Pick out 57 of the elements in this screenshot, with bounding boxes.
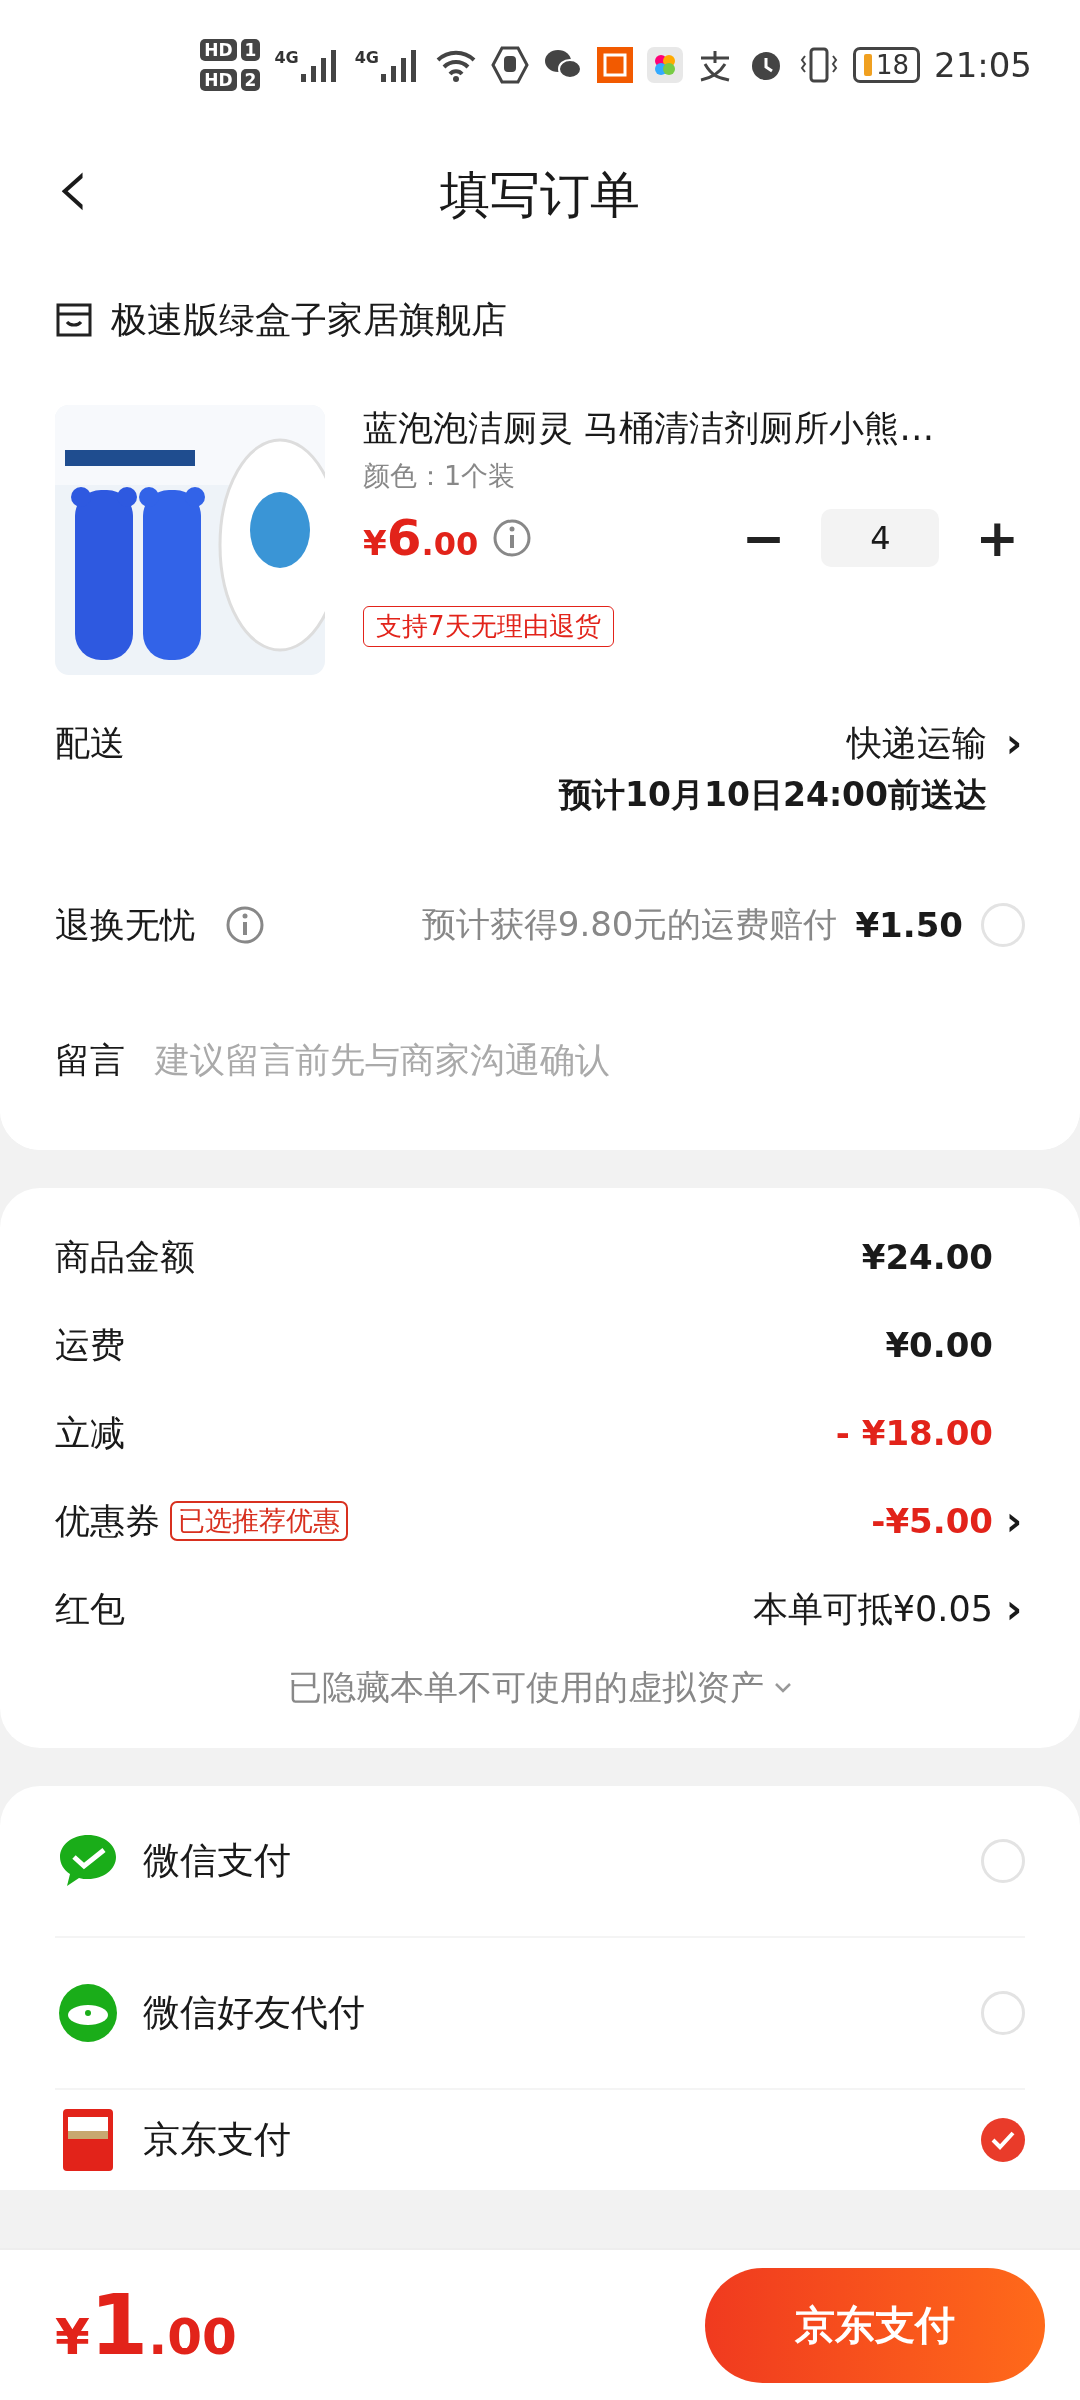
insurance-price: ¥1.50 — [855, 905, 963, 945]
quantity-field[interactable]: 4 — [821, 509, 940, 567]
back-button[interactable]: ‹ — [55, 142, 91, 232]
payment-option[interactable]: 微信支付 — [143, 1836, 291, 1886]
payment-radio[interactable] — [981, 2118, 1025, 2162]
shop-name[interactable]: 极速版绿盒子家居旗舰店 — [111, 295, 507, 345]
payment-option[interactable]: 微信好友代付 — [143, 1988, 365, 2038]
payment-option[interactable]: 京东支付 — [143, 2115, 291, 2165]
summary-label: 立减 — [55, 1411, 125, 1455]
summary-value: ¥0.00 — [885, 1325, 993, 1365]
summary-label: 运费 — [55, 1323, 125, 1367]
total-price: ¥1.00 — [55, 2276, 237, 2374]
wifi-icon — [434, 48, 477, 82]
summary-value: - ¥18.00 — [835, 1413, 993, 1453]
payment-radio[interactable] — [981, 1839, 1025, 1883]
summary-label: 商品金额 — [55, 1235, 195, 1279]
delivery-label: 配送 — [55, 722, 125, 765]
insurance-checkbox[interactable] — [981, 903, 1025, 947]
info-icon[interactable] — [225, 905, 265, 945]
summary-value[interactable]: -¥5.00 — [871, 1501, 993, 1541]
chevron-icon: › — [1003, 1586, 1025, 1632]
summary-label: 优惠券 — [55, 1499, 160, 1543]
return-insurance-label: 退换无忧 — [55, 903, 195, 947]
sim-indicator: HD 2 — [200, 69, 261, 91]
delivery-method[interactable]: 快递运输 — [847, 720, 987, 767]
app-icon — [596, 47, 633, 83]
vibrate-icon — [798, 46, 839, 84]
chevron-icon: › — [1003, 1498, 1025, 1544]
flower-icon — [646, 47, 683, 83]
chevron-down-icon — [774, 1682, 792, 1694]
info-icon[interactable] — [492, 518, 533, 558]
page-title: 填写订单 — [440, 164, 640, 226]
insurance-note: 预计获得9.80元的运费赔付 — [421, 903, 838, 946]
return-policy-tag: 支持7天无理由退货 — [363, 606, 614, 647]
check-icon — [990, 2130, 1016, 2150]
decrease-button[interactable]: − — [735, 508, 792, 568]
summary-label: 红包 — [55, 1587, 125, 1631]
store-icon — [55, 302, 93, 338]
chevron-icon: › — [1003, 720, 1025, 766]
summary-value: ¥24.00 — [861, 1237, 993, 1277]
clock-time: 21:05 — [934, 45, 1032, 85]
product-spec: 颜色：1个装 — [363, 459, 517, 493]
chat-check-icon — [57, 1833, 119, 1889]
summary-value[interactable]: 本单可抵¥0.05 — [752, 1585, 993, 1633]
battery-indicator: 18 — [852, 47, 920, 83]
coupon-tag: 已选推荐优惠 — [170, 1501, 348, 1541]
product-price: ¥6.00 — [363, 509, 479, 567]
signal-indicator: 4G — [354, 48, 421, 82]
hidden-assets-note[interactable]: 已隐藏本单不可使用的虚拟资产 — [288, 1665, 764, 1711]
message-label: 留言 — [55, 1038, 125, 1082]
increase-button[interactable]: + — [969, 508, 1025, 568]
delivery-eta: 预计10月10日24:00前送达 — [559, 774, 987, 816]
signal-indicator: 4G — [274, 48, 341, 82]
product-title[interactable]: 蓝泡泡洁厕灵 马桶清洁剂厕所小熊… — [363, 405, 1025, 452]
wallet-card-icon — [63, 2109, 113, 2171]
payment-radio[interactable] — [981, 1991, 1025, 2035]
sim-indicator: HD 1 — [200, 39, 261, 61]
